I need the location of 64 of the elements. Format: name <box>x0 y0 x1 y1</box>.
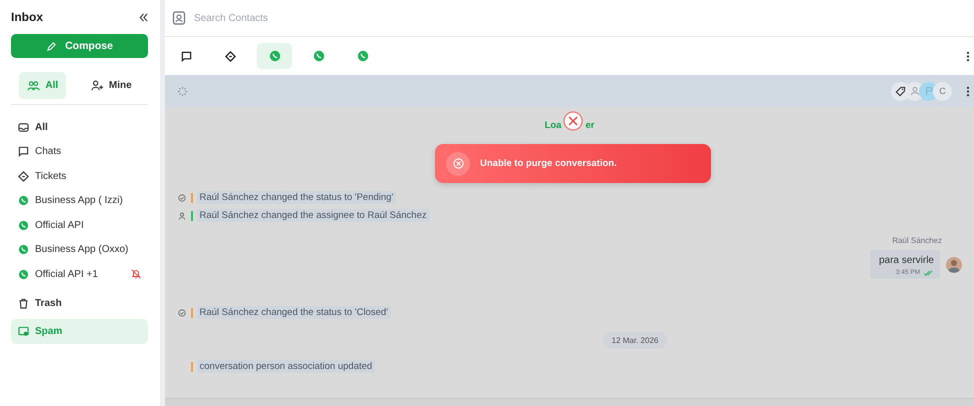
activity-text: Raúl Sánchez changed the status to 'Closed' <box>196 306 391 319</box>
sidebar-item-label: Business App (Oxxo) <box>35 244 130 256</box>
tag-icon <box>895 86 906 96</box>
close-icon[interactable] <box>563 110 584 130</box>
check-circle-icon <box>178 194 186 202</box>
sidebar-item-label: All <box>35 122 49 133</box>
sidebar-item-label: Business App ( Izzi) <box>35 195 124 206</box>
whatsapp-icon <box>356 50 368 62</box>
whatsapp-tab[interactable] <box>257 43 292 69</box>
person-icon <box>910 86 920 96</box>
sidebar-item[interactable]: All <box>11 115 148 140</box>
search-field[interactable]: Search Contacts <box>192 12 396 24</box>
inbox-title: Inbox <box>11 10 43 24</box>
sidebar-item-label: Spam <box>35 326 64 337</box>
filter-tab[interactable]: Mine <box>82 72 140 99</box>
flag-icon <box>924 86 934 96</box>
date-separator: 12 Mar. 2026 <box>602 332 668 349</box>
contact-icon <box>172 11 186 25</box>
whatsapp-icon <box>18 220 29 231</box>
sender-name: Raúl Sánchez <box>892 236 942 245</box>
error-icon <box>446 152 470 176</box>
whatsapp-icon <box>268 50 280 62</box>
loading-spinner-icon <box>177 86 188 96</box>
pencil-icon <box>46 40 58 52</box>
sidebar-item-label: Official API <box>35 220 85 231</box>
contact-avatar[interactable]: C <box>933 82 952 100</box>
sidebar-item[interactable]: Official API <box>11 213 148 238</box>
sidebar-item-label: Tickets <box>35 170 68 182</box>
loader-text: er <box>585 120 594 131</box>
activity-text: conversation person association updated <box>196 360 376 373</box>
sidebar-item[interactable]: Business App ( Izzi) <box>11 188 148 213</box>
check-circle-icon <box>178 308 186 316</box>
collapse-icon[interactable] <box>139 12 148 22</box>
chat-icon <box>181 50 192 62</box>
sidebar-item[interactable]: Official API +1 <box>11 262 148 286</box>
avatar <box>946 256 962 272</box>
sidebar-item[interactable]: Tickets <box>11 164 148 188</box>
person-icon <box>178 212 186 220</box>
sidebar-item-label: Chats <box>35 146 62 158</box>
double-check-icon <box>923 270 934 276</box>
sidebar-item-label: Official API +1 <box>35 268 99 280</box>
whatsapp-icon <box>312 50 324 62</box>
more-icon[interactable] <box>966 50 970 62</box>
whatsapp-icon <box>18 195 29 206</box>
whatsapp-icon <box>18 268 29 280</box>
chat-icon <box>18 146 29 158</box>
person-add-icon <box>90 80 104 91</box>
toast-message: Unable to purge conversation. <box>480 158 617 169</box>
whatsapp-icon <box>18 244 29 256</box>
sidebar-item[interactable]: Business App (Oxxo) <box>11 238 148 262</box>
sidebar-item-label: Trash <box>35 298 63 310</box>
ticket-icon <box>18 170 29 182</box>
trash-icon <box>18 298 29 310</box>
loader-text: Loa <box>544 120 562 131</box>
sidebar-item[interactable]: Chats <box>11 140 148 164</box>
people-icon <box>27 80 40 91</box>
more-icon[interactable] <box>966 86 970 96</box>
activity-text: Raúl Sánchez changed the status to 'Pending' <box>196 191 396 204</box>
activity-text: Raúl Sánchez changed the assignee to Raúl Sánchez <box>196 209 430 222</box>
sidebar-item[interactable]: Trash <box>11 292 148 316</box>
inbox-icon <box>18 122 29 133</box>
ticket-icon <box>225 50 236 62</box>
spam-icon <box>18 326 29 337</box>
message-text: para servirle <box>878 255 934 266</box>
